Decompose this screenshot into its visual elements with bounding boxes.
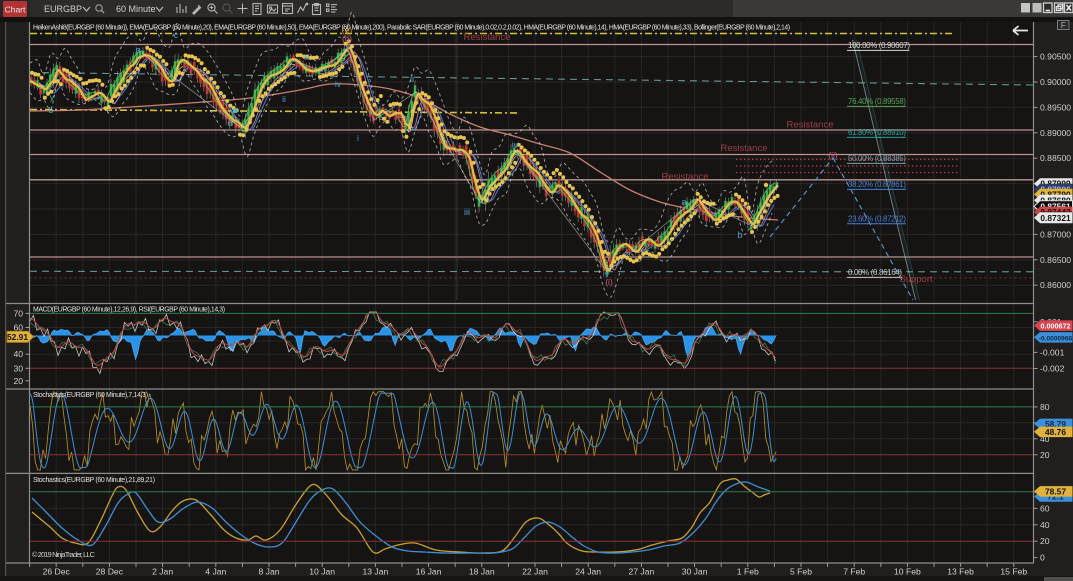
svg-text:-0.001: -0.001 (1040, 347, 1065, 357)
svg-text:iii: iii (304, 52, 310, 62)
svg-text:ii: ii (410, 74, 414, 84)
svg-text:0.87321: 0.87321 (1040, 213, 1071, 223)
svg-text:0.86500: 0.86500 (1040, 255, 1071, 265)
svg-text:b: b (49, 105, 54, 115)
svg-text:2 Jan: 2 Jan (152, 567, 173, 577)
svg-text:20: 20 (1040, 536, 1050, 546)
svg-text:-0.0000966: -0.0000966 (1039, 335, 1073, 342)
svg-text:70: 70 (13, 308, 23, 318)
svg-text:78.57: 78.57 (1045, 486, 1066, 496)
svg-text:i: i (357, 133, 359, 143)
svg-text:23.60% (0.87212): 23.60% (0.87212) (848, 214, 906, 223)
svg-text:0.90000: 0.90000 (1040, 77, 1071, 87)
svg-text:60: 60 (1040, 503, 1050, 513)
svg-text:76.40% (0.89558): 76.40% (0.89558) (848, 97, 906, 106)
svg-text:13 Feb: 13 Feb (947, 567, 974, 577)
svg-text:Resistance: Resistance (721, 143, 768, 154)
svg-text:a: a (681, 197, 687, 208)
svg-text:18 Jan: 18 Jan (469, 567, 495, 577)
svg-text:15 Feb: 15 Feb (1000, 567, 1027, 577)
svg-text:0.90500: 0.90500 (1040, 52, 1071, 62)
svg-text:Resistance: Resistance (464, 32, 511, 43)
svg-text:iv: iv (335, 79, 342, 89)
svg-text:4 Jan: 4 Jan (205, 567, 226, 577)
svg-text:60 Minute: 60 Minute (116, 4, 156, 14)
svg-text:0.000672: 0.000672 (1041, 322, 1071, 331)
svg-text:30: 30 (13, 363, 23, 373)
svg-text:Chart: Chart (5, 5, 26, 15)
svg-text:13 Jan: 13 Jan (362, 567, 388, 577)
svg-text:48.76: 48.76 (1045, 427, 1066, 437)
svg-text:b: b (737, 230, 742, 241)
svg-text:EURGBP: EURGBP (44, 4, 82, 14)
svg-text:80: 80 (1040, 402, 1050, 412)
svg-text:16 Jan: 16 Jan (416, 567, 442, 577)
svg-text:0.88500: 0.88500 (1040, 153, 1071, 163)
svg-text:26 Dec: 26 Dec (43, 567, 71, 577)
svg-text:20: 20 (13, 376, 23, 386)
svg-text:0.87000: 0.87000 (1040, 229, 1071, 239)
svg-text:10 Jan: 10 Jan (309, 567, 335, 577)
svg-text:Stochastics(EURGBP (60 Minute): Stochastics(EURGBP (60 Minute),21,89,21) (33, 477, 155, 484)
svg-text:(ii): (ii) (828, 150, 838, 160)
svg-text:22 Jan: 22 Jan (522, 567, 548, 577)
svg-text:5 Feb: 5 Feb (790, 567, 812, 577)
svg-text:61.80% (0.88910): 61.80% (0.88910) (848, 128, 906, 137)
svg-text:28 Dec: 28 Dec (96, 567, 124, 577)
svg-text:a: a (135, 45, 140, 55)
svg-text:MACD(EURGBP (60 Minute),12,26,: MACD(EURGBP (60 Minute),12,26,9), RSI(EU… (33, 307, 225, 314)
svg-text:38.20% (0.87861): 38.20% (0.87861) (848, 180, 906, 189)
svg-text:HeikenAshi8(EURGBP (60 Minute): HeikenAshi8(EURGBP (60 Minute)), EMA(EUR… (33, 25, 790, 32)
svg-text:10 Feb: 10 Feb (894, 567, 921, 577)
svg-text:iii: iii (464, 207, 470, 217)
svg-text:8 Jan: 8 Jan (258, 567, 279, 577)
svg-text:60: 60 (13, 323, 23, 333)
svg-text:ii: ii (282, 94, 286, 104)
svg-text:27 Jan: 27 Jan (628, 567, 654, 577)
svg-text:0.86000: 0.86000 (1040, 280, 1071, 290)
svg-text:0.00% (0.86164): 0.00% (0.86164) (848, 268, 902, 277)
svg-text:-0.002: -0.002 (1040, 364, 1065, 374)
svg-text:24 Jan: 24 Jan (575, 567, 601, 577)
svg-text:Resistance: Resistance (787, 120, 834, 131)
svg-text:Resistance: Resistance (662, 172, 709, 183)
svg-text:Stochastics(EURGBP (60 Minute): Stochastics(EURGBP (60 Minute),7,14,3) (33, 392, 148, 399)
svg-text:52.91: 52.91 (7, 332, 28, 342)
svg-text:7 Feb: 7 Feb (843, 567, 865, 577)
svg-text:0.89000: 0.89000 (1040, 128, 1071, 138)
svg-text:20: 20 (1040, 450, 1050, 460)
svg-text:© 2019 NinjaTrader, LLC: © 2019 NinjaTrader, LLC (32, 550, 96, 559)
svg-text:0.89500: 0.89500 (1040, 102, 1071, 112)
svg-text:50.00% (0.88385): 50.00% (0.88385) (848, 154, 906, 163)
svg-text:40: 40 (13, 349, 23, 359)
svg-text:(i): (i) (605, 277, 613, 287)
svg-text:0: 0 (1040, 553, 1045, 563)
svg-text:1 Feb: 1 Feb (737, 567, 759, 577)
svg-text:100.00% (0.90607): 100.00% (0.90607) (848, 41, 910, 50)
svg-text:F: F (1061, 21, 1066, 30)
svg-text:Support: Support (899, 274, 933, 285)
svg-text:40: 40 (1040, 520, 1050, 530)
svg-text:d: d (228, 118, 233, 128)
svg-text:iv: iv (512, 140, 519, 150)
svg-text:30 Jan: 30 Jan (682, 567, 708, 577)
